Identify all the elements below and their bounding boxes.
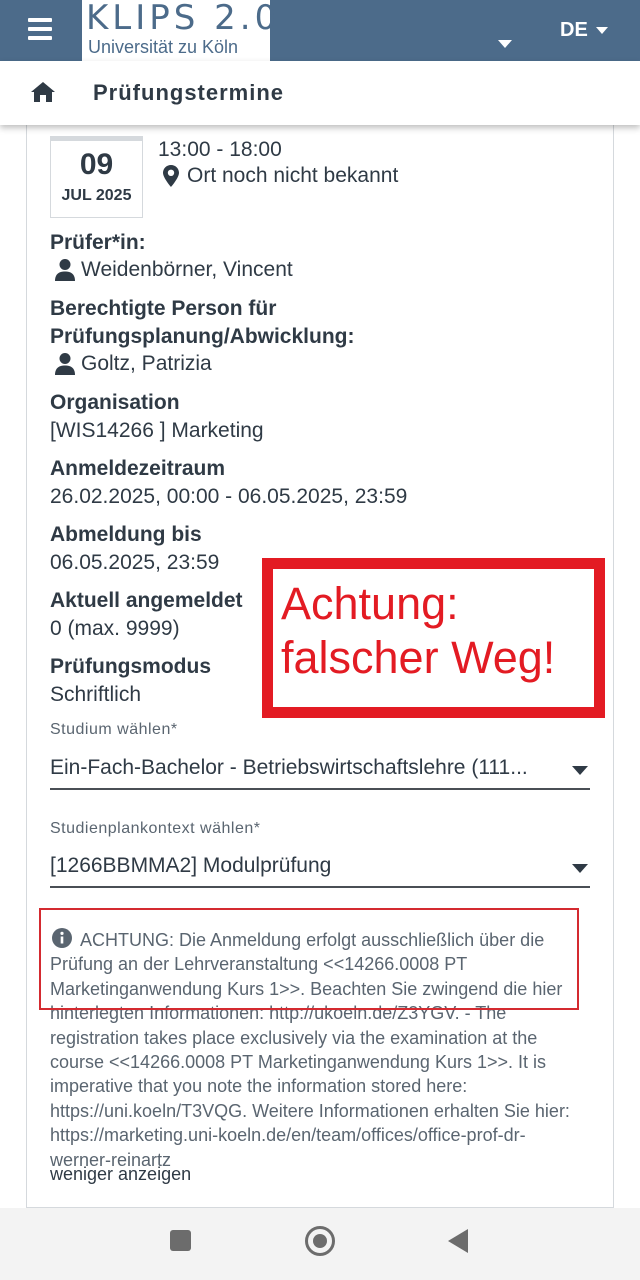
registration-period-value: 26.02.2025, 00:00 - 06.05.2025, 23:59 [50,485,408,508]
organisation-value: [WIS14266 ] Marketing [50,419,264,442]
exam-time: 13:00 - 18:00 [158,138,282,161]
warning-line-2: falscher Weg! [281,632,556,683]
examiner-name: Weidenbörner, Vincent [81,258,293,281]
date-day: 09 [79,148,114,181]
organisation-label: Organisation [50,391,180,414]
location-text: Ort noch nicht bekannt [187,164,399,187]
logo-title: KLIPS 2.0 [86,0,281,38]
top-header: KLIPS 2.0 Universität zu Köln DE [0,0,640,61]
sub-header: Prüfungstermine [0,61,640,125]
planner-label-line1: Berechtigte Person für [50,297,277,320]
exam-mode-label: Prüfungsmodus [50,655,211,678]
home-button-icon[interactable] [305,1226,335,1256]
dropdown-arrow-icon [572,766,588,775]
registered-label: Aktuell angemeldet [50,589,243,612]
date-month: JUL 2025 [61,187,132,204]
back-icon[interactable] [448,1229,468,1253]
logo-subtitle: Universität zu Köln [88,37,239,57]
system-navigation-bar [0,1208,640,1280]
page-title: Prüfungstermine [93,80,285,105]
show-less-link[interactable]: weniger anzeigen [50,1164,191,1185]
planner-label-line2: Prüfungsplanung/Abwicklung: [50,325,355,348]
examiner-person: Weidenbörner, Vincent [55,258,293,282]
study-select[interactable]: Ein-Fach-Bachelor - Betriebswirtschaftsl… [50,750,590,790]
planner-name: Goltz, Patrizia [81,352,212,375]
date-badge: 09 JUL 2025 [50,136,143,218]
warning-annotation: Achtung: falscher Weg! [262,558,605,718]
chevron-down-icon [595,27,608,34]
study-select-value: Ein-Fach-Bachelor - Betriebswirtschaftsl… [50,756,528,779]
highlight-annotation [39,908,579,1010]
klips-logo[interactable]: KLIPS 2.0 Universität zu Köln [82,0,276,61]
context-select[interactable]: [1266BBMMA2] Modulprüfung [50,848,590,888]
context-select-value: [1266BBMMA2] Modulprüfung [50,854,332,877]
language-selector[interactable]: DE [560,19,608,42]
user-icon [55,353,75,375]
recent-apps-icon[interactable] [170,1230,191,1251]
study-select-label: Studium wählen* [50,721,178,738]
deregistration-value: 06.05.2025, 23:59 [50,551,220,574]
dropdown-arrow-icon [572,864,588,873]
home-icon[interactable] [30,81,56,103]
examiner-label: Prüfer*in: [50,231,146,254]
deregistration-label: Abmeldung bis [50,523,202,546]
exam-mode-value: Schriftlich [50,683,142,706]
hamburger-menu-icon[interactable] [28,18,52,40]
user-icon [55,259,75,281]
exam-location: Ort noch nicht bekannt [163,164,398,188]
language-label: DE [560,19,588,41]
map-marker-icon [163,165,179,187]
planner-person: Goltz, Patrizia [55,352,212,376]
warning-line-1: Achtung: [281,578,459,629]
registered-value: 0 (max. 9999) [50,617,180,640]
registration-period-label: Anmeldezeitraum [50,457,226,480]
context-select-label: Studienplankontext wählen* [50,820,261,837]
account-dropdown-icon[interactable] [498,40,512,48]
